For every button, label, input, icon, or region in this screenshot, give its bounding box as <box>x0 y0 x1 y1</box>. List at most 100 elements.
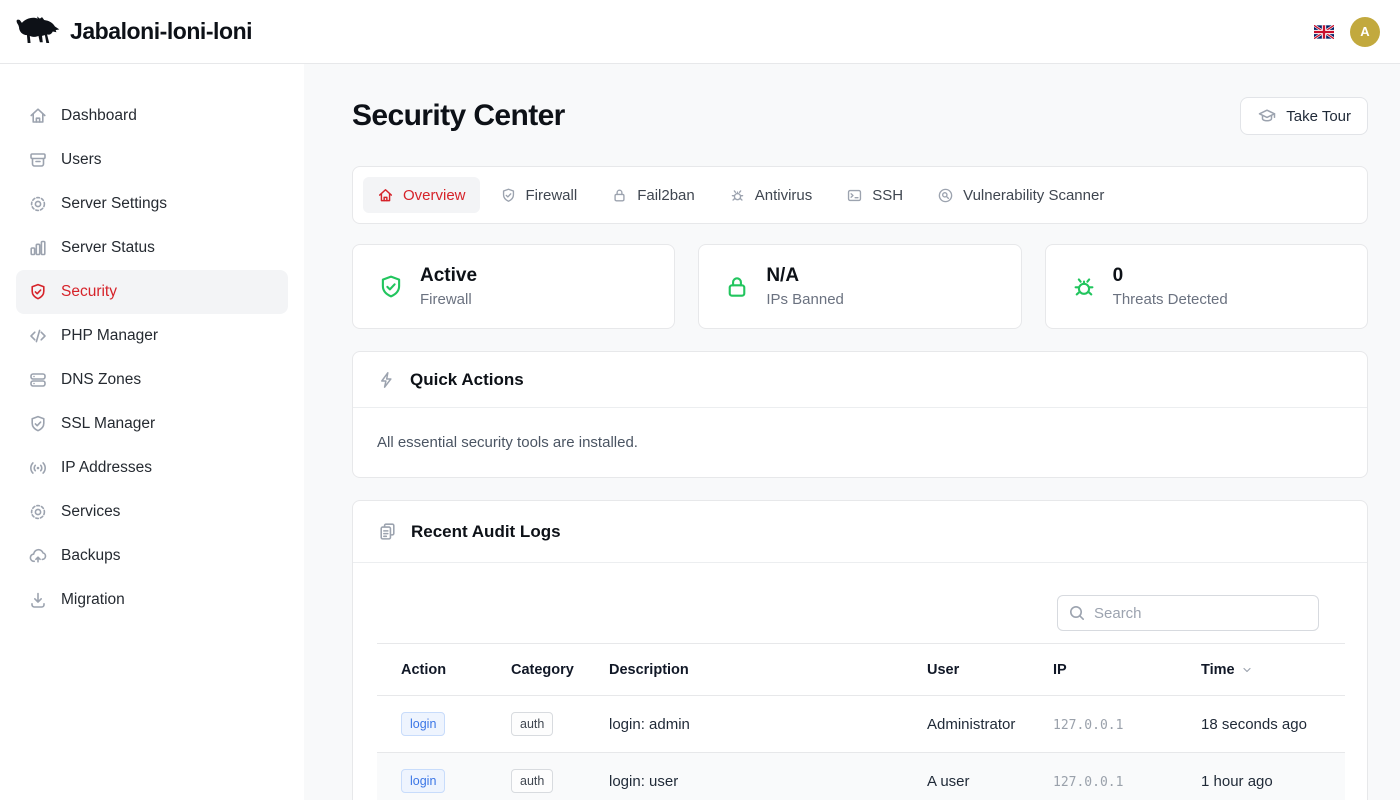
table-row: login auth login: admin Administrator 12… <box>377 696 1345 753</box>
sidebar-item-label: Services <box>61 503 120 521</box>
audit-logs-table: Action Category Description User IP Time <box>377 643 1345 800</box>
top-header: Jabaloni-loni-loni A <box>0 0 1400 64</box>
audit-logs-card: Recent Audit Logs <box>352 500 1368 800</box>
stat-card-ips-banned: N/A IPs Banned <box>698 244 1021 329</box>
tab-label: SSH <box>872 187 903 204</box>
lightning-icon <box>377 370 397 390</box>
chevron-down-icon <box>1241 664 1253 676</box>
lock-icon <box>611 187 628 204</box>
header-right: A <box>1314 17 1384 47</box>
audit-logs-title: Recent Audit Logs <box>411 522 561 542</box>
sidebar-item-label: Dashboard <box>61 107 137 125</box>
tab-firewall[interactable]: Firewall <box>486 177 592 213</box>
home-icon <box>377 187 394 204</box>
shield-icon <box>500 187 517 204</box>
sidebar-item-dashboard[interactable]: Dashboard <box>16 94 288 138</box>
home-icon <box>28 106 48 126</box>
lock-icon <box>723 273 751 301</box>
shield-check-icon <box>28 282 48 302</box>
sidebar-item-label: Server Settings <box>61 195 167 213</box>
tab-label: Overview <box>403 187 466 204</box>
column-header-description[interactable]: Description <box>609 644 927 696</box>
tab-antivirus[interactable]: Antivirus <box>715 177 827 213</box>
language-flag-icon[interactable] <box>1314 25 1334 39</box>
gear-icon <box>28 194 48 214</box>
stat-value: N/A <box>766 265 844 287</box>
sidebar-item-server-status[interactable]: Server Status <box>16 226 288 270</box>
table-row: login auth login: user A user 127.0.0.1 … <box>377 753 1345 800</box>
sidebar: Dashboard Users Server Settings <box>0 64 304 800</box>
shield-check-icon <box>377 273 405 301</box>
sidebar-item-users[interactable]: Users <box>16 138 288 182</box>
archive-icon <box>28 150 48 170</box>
sidebar-item-server-settings[interactable]: Server Settings <box>16 182 288 226</box>
sidebar-item-ip-addresses[interactable]: IP Addresses <box>16 446 288 490</box>
sidebar-item-label: Server Status <box>61 239 155 257</box>
action-badge: login <box>401 769 445 794</box>
log-user: A user <box>927 753 1053 800</box>
sidebar-item-label: PHP Manager <box>61 327 158 345</box>
tab-ssh[interactable]: SSH <box>832 177 917 213</box>
audit-search <box>1057 595 1319 631</box>
sidebar-item-migration[interactable]: Migration <box>16 578 288 622</box>
take-tour-button[interactable]: Take Tour <box>1240 97 1368 135</box>
server-icon <box>28 370 48 390</box>
stat-label: IPs Banned <box>766 291 844 308</box>
sidebar-item-label: Security <box>61 283 117 301</box>
sidebar-item-backups[interactable]: Backups <box>16 534 288 578</box>
code-icon <box>28 326 48 346</box>
column-header-time[interactable]: Time <box>1201 644 1345 696</box>
column-header-category[interactable]: Category <box>511 644 609 696</box>
sidebar-item-label: Users <box>61 151 101 169</box>
tab-overview[interactable]: Overview <box>363 177 480 213</box>
download-icon <box>28 590 48 610</box>
bug-icon <box>729 187 746 204</box>
sidebar-item-services[interactable]: Services <box>16 490 288 534</box>
sidebar-item-security[interactable]: Security <box>16 270 288 314</box>
log-ip: 127.0.0.1 <box>1053 718 1123 733</box>
brand[interactable]: Jabaloni-loni-loni <box>14 15 252 48</box>
column-header-time-label: Time <box>1201 662 1235 678</box>
scan-icon <box>937 187 954 204</box>
quick-actions-title: Quick Actions <box>410 370 524 390</box>
brand-name: Jabaloni-loni-loni <box>70 18 252 45</box>
cloud-upload-icon <box>28 546 48 566</box>
sidebar-item-php-manager[interactable]: PHP Manager <box>16 314 288 358</box>
sidebar-item-label: SSL Manager <box>61 415 155 433</box>
page-title: Security Center <box>352 99 565 133</box>
search-icon <box>1067 603 1087 623</box>
boar-logo-icon <box>14 15 60 48</box>
shield-check-icon <box>28 414 48 434</box>
gear-icon <box>28 502 48 522</box>
sidebar-item-label: Migration <box>61 591 125 609</box>
tab-vulnerability-scanner[interactable]: Vulnerability Scanner <box>923 177 1118 213</box>
log-time: 1 hour ago <box>1201 753 1345 800</box>
graduation-cap-icon <box>1257 106 1277 126</box>
search-input[interactable] <box>1057 595 1319 631</box>
user-avatar[interactable]: A <box>1350 17 1380 47</box>
take-tour-label: Take Tour <box>1286 108 1351 125</box>
column-header-action[interactable]: Action <box>377 644 511 696</box>
category-badge: auth <box>511 712 553 737</box>
stat-label: Threats Detected <box>1113 291 1228 308</box>
category-badge: auth <box>511 769 553 794</box>
tab-fail2ban[interactable]: Fail2ban <box>597 177 709 213</box>
tab-label: Firewall <box>526 187 578 204</box>
column-header-ip[interactable]: IP <box>1053 644 1201 696</box>
table-header-row: Action Category Description User IP Time <box>377 644 1345 696</box>
security-tabs: Overview Firewall <box>352 166 1368 224</box>
log-time: 18 seconds ago <box>1201 696 1345 753</box>
sidebar-item-dns-zones[interactable]: DNS Zones <box>16 358 288 402</box>
sidebar-item-label: IP Addresses <box>61 459 152 477</box>
clipboard-icon <box>377 521 398 542</box>
quick-actions-message: All essential security tools are install… <box>353 408 1367 477</box>
stat-label: Firewall <box>420 291 477 308</box>
action-badge: login <box>401 712 445 737</box>
bar-chart-icon <box>28 238 48 258</box>
log-ip: 127.0.0.1 <box>1053 775 1123 790</box>
bug-icon <box>1070 273 1098 301</box>
tab-label: Fail2ban <box>637 187 695 204</box>
sidebar-item-ssl-manager[interactable]: SSL Manager <box>16 402 288 446</box>
column-header-user[interactable]: User <box>927 644 1053 696</box>
tab-label: Antivirus <box>755 187 813 204</box>
